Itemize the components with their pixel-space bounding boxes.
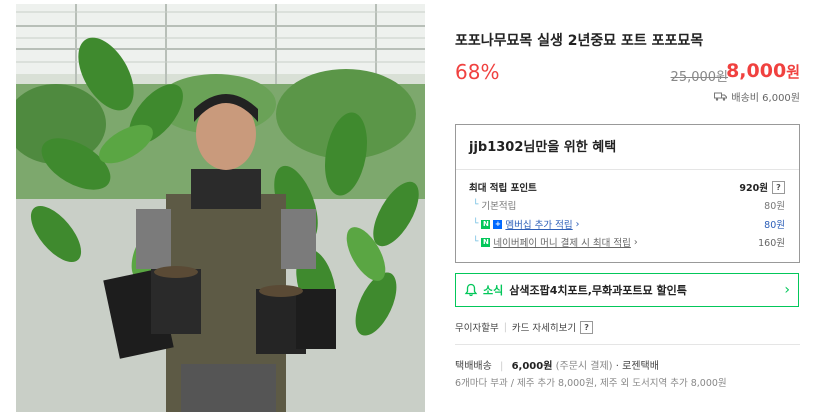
question-icon[interactable]: ? <box>580 320 594 334</box>
interest-free-label: 무이자할부 <box>455 323 499 334</box>
shipping-fee-text: 배송비 6,000원 <box>731 93 800 104</box>
delivery-carrier: 로젠택배 <box>622 361 659 372</box>
npay-points-value: 160원 <box>758 238 785 249</box>
chevron-right-icon: › <box>633 236 638 248</box>
sale-price-number: 8,000 <box>726 60 787 82</box>
sale-price: 8,000원 <box>726 60 800 82</box>
original-price: 25,000원 <box>670 70 728 85</box>
delivery-type: 택배배송 <box>455 361 492 372</box>
plus-icon: + <box>493 219 503 229</box>
separator: | <box>503 321 507 333</box>
naver-plus-icon: N <box>481 219 491 229</box>
truck-icon <box>714 92 728 101</box>
separator: | <box>500 361 504 372</box>
base-points-value: 80원 <box>764 201 785 212</box>
sale-price-unit: 원 <box>786 63 800 81</box>
max-points-value: 920원 <box>739 183 768 194</box>
shipping-fee: 배송비 6,000원 <box>714 89 800 104</box>
max-points-row: 최대 적립 포인트 920원 ? <box>469 180 785 194</box>
divider <box>455 344 800 345</box>
base-points-label: 기본적립 <box>481 201 517 212</box>
chevron-right-icon: › <box>784 282 790 298</box>
membership-points-value: 80원 <box>764 220 785 231</box>
base-points-row: └ 기본적립 80원 <box>469 198 785 212</box>
delivery-fee: 6,000원 <box>511 361 553 372</box>
naver-pay-icon: N <box>481 237 491 247</box>
card-details-link[interactable]: 카드 자세히보기 <box>512 320 576 334</box>
npay-points-row: └ N 네이버페이 머니 결제 시 최대 적립 › 160원 <box>469 235 785 250</box>
benefit-box: jjb1302님만을 위한 혜택 최대 적립 포인트 920원 ? └ 기본적립 … <box>455 124 800 263</box>
npay-points-link[interactable]: 네이버페이 머니 결제 시 최대 적립 <box>493 235 630 249</box>
installment-row: 무이자할부 | 카드 자세히보기 ? <box>455 320 594 334</box>
news-tag: 소식 <box>483 284 504 297</box>
delivery-fee-note: (주문시 결제) <box>555 361 613 372</box>
bell-icon <box>464 283 478 297</box>
question-icon[interactable]: ? <box>772 180 785 194</box>
membership-points-link[interactable]: 멤버십 추가 적립 <box>505 217 572 231</box>
chevron-right-icon: › <box>575 218 580 230</box>
benefit-heading: jjb1302님만을 위한 혜택 <box>469 140 617 155</box>
tree-branch-icon: └ <box>473 219 479 229</box>
product-photo <box>16 4 425 412</box>
tree-branch-icon: └ <box>473 200 479 210</box>
product-info-panel: 포포나무묘목 실생 2년중묘 포트 포포묘목 68% 25,000원 8,000… <box>455 0 800 412</box>
max-points-label: 최대 적립 포인트 <box>469 183 537 194</box>
product-title: 포포나무묘목 실생 2년중묘 포트 포포묘목 <box>455 33 704 49</box>
tree-branch-icon: └ <box>473 237 479 247</box>
store-news-banner[interactable]: 소식 삼색조팝4치포트,무화과포트묘 할인특 › <box>455 273 799 307</box>
membership-points-row: └ N + 멤버십 추가 적립 › 80원 <box>469 217 785 232</box>
divider <box>456 169 799 170</box>
discount-rate: 68% <box>455 60 500 84</box>
delivery-extra-note: 6개마다 부과 / 제주 추가 8,000원, 제주 외 도서지역 추가 8,0… <box>455 378 727 389</box>
delivery-info: 택배배송 | 6,000원 (주문시 결제) · 로젠택배 <box>455 357 659 372</box>
news-text: 삼색조팝4치포트,무화과포트묘 할인특 <box>509 284 687 297</box>
